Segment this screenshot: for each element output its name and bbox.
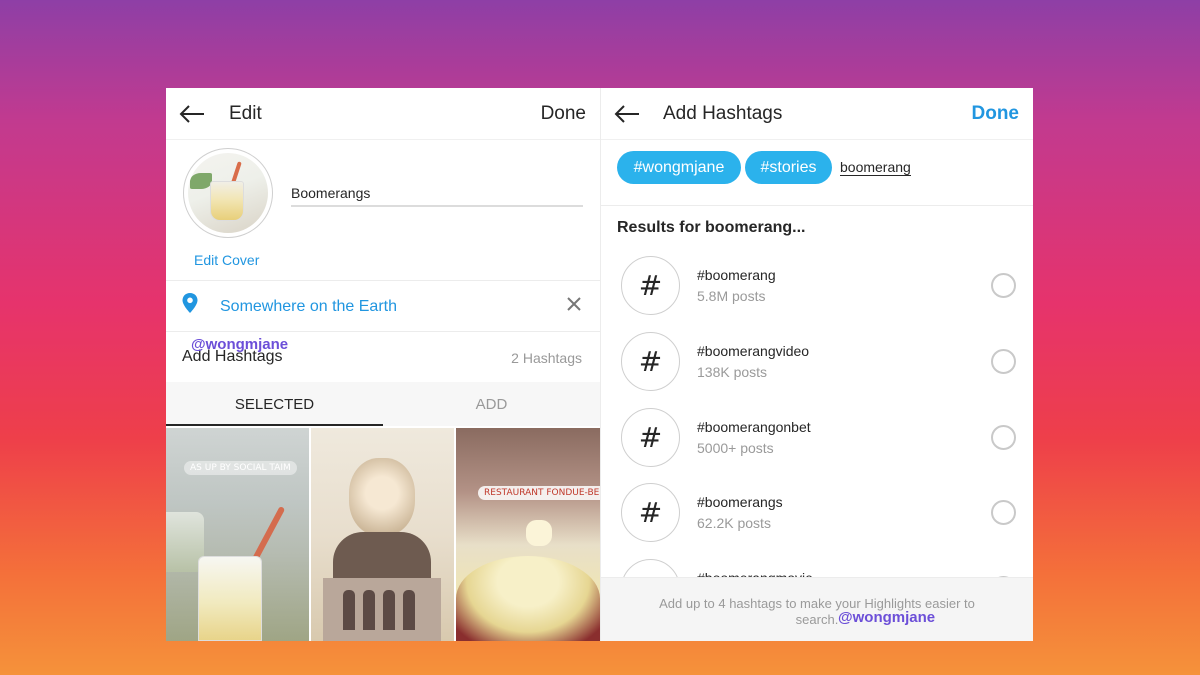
figurine <box>403 590 415 630</box>
back-arrow-icon[interactable] <box>613 102 641 126</box>
page-title: Edit <box>229 103 262 124</box>
hint-text: Add up to 4 hashtags to make your Highli… <box>659 596 975 627</box>
story-tabs: SELECTED ADD <box>166 382 600 426</box>
story-sticker: AS UP BY SOCIAL TAIM <box>184 461 297 475</box>
hashtag-chip[interactable]: #wongmjane <box>617 151 741 184</box>
figurine-box <box>323 578 441 641</box>
back-arrow-icon[interactable] <box>178 102 206 126</box>
tab-selected[interactable]: SELECTED <box>166 382 383 426</box>
story-thumbnail[interactable]: RESTAURANT FONDUE-BEIZLI <box>456 428 600 641</box>
hashtag-result-row[interactable]: # #boomerang 5.8M posts <box>601 256 1033 332</box>
page-title: Add Hashtags <box>663 103 783 124</box>
hashtag-name: #boomerangs <box>697 494 783 510</box>
figurine <box>363 590 375 630</box>
story-sticker: RESTAURANT FONDUE-BEIZLI <box>478 486 600 500</box>
hashtag-icon: # <box>621 256 680 315</box>
glass-shape <box>198 556 262 641</box>
divider <box>166 280 600 281</box>
results-title: Results for boomerang... <box>617 219 806 236</box>
edit-header: Edit Done <box>166 88 600 140</box>
cover-leaf <box>190 173 212 189</box>
hashtag-result-row[interactable]: # #boomerangonbet 5000+ posts <box>601 408 1033 484</box>
done-button[interactable]: Done <box>972 103 1020 125</box>
figurine <box>343 590 355 630</box>
hashtag-result-row[interactable]: # #boomerangs 62.2K posts <box>601 483 1033 559</box>
select-radio[interactable] <box>991 500 1016 525</box>
hashtag-post-count: 5000+ posts <box>697 440 774 456</box>
hashtag-count: 2 Hashtags <box>511 350 582 366</box>
hashtag-post-count: 138K posts <box>697 364 768 380</box>
story-thumbnail[interactable] <box>311 428 454 641</box>
hashtag-chips-row: #wongmjane #stories boomerang <box>601 140 1033 206</box>
location-row[interactable]: Somewhere on the Earth <box>166 282 600 330</box>
edit-cover-link[interactable]: Edit Cover <box>194 252 259 268</box>
location-text: Somewhere on the Earth <box>220 298 397 315</box>
hashtag-post-count: 62.2K posts <box>697 515 771 531</box>
story-thumbnail[interactable]: AS UP BY SOCIAL TAIM <box>166 428 309 641</box>
hashtag-result-row[interactable]: # #boomerangvideo 138K posts <box>601 332 1033 408</box>
select-radio[interactable] <box>991 273 1016 298</box>
done-button[interactable]: Done <box>541 103 586 125</box>
hashtag-search-input[interactable]: boomerang <box>840 159 911 176</box>
watermark: @wongmjane <box>838 609 936 626</box>
hashtag-icon: # <box>621 408 680 467</box>
select-radio[interactable] <box>991 349 1016 374</box>
hashtag-icon: # <box>621 483 680 542</box>
statue-head <box>349 458 415 536</box>
story-grid: AS UP BY SOCIAL TAIM RESTAURANT FONDUE-B… <box>166 428 600 641</box>
tab-add[interactable]: ADD <box>383 382 600 426</box>
watermark: @wongmjane <box>191 336 289 353</box>
cover-glass <box>210 181 244 221</box>
hashtags-header: Add Hashtags Done <box>601 88 1033 140</box>
edit-highlight-panel: Edit Done Edit Cover Somewhere on the Ea… <box>166 88 600 641</box>
cover-image[interactable] <box>183 148 273 238</box>
fondue-bread <box>526 520 552 546</box>
figurine <box>383 590 395 630</box>
hashtag-name: #boomerang <box>697 267 776 283</box>
hashtag-chip[interactable]: #stories <box>745 151 832 184</box>
close-icon[interactable] <box>566 296 582 312</box>
divider <box>601 205 1033 206</box>
highlight-name-input[interactable] <box>291 180 583 207</box>
hashtag-hint-footer: Add up to 4 hashtags to make your Highli… <box>601 577 1033 641</box>
fondue-pot <box>456 556 600 641</box>
hashtag-icon: # <box>621 332 680 391</box>
hashtag-post-count: 5.8M posts <box>697 288 766 304</box>
location-pin-icon <box>182 293 198 313</box>
cover-photo <box>188 153 268 233</box>
hashtag-name: #boomerangvideo <box>697 343 810 359</box>
select-radio[interactable] <box>991 425 1016 450</box>
add-hashtags-panel: Add Hashtags Done #wongmjane #stories bo… <box>600 88 1033 641</box>
hashtag-name: #boomerangonbet <box>697 419 811 435</box>
